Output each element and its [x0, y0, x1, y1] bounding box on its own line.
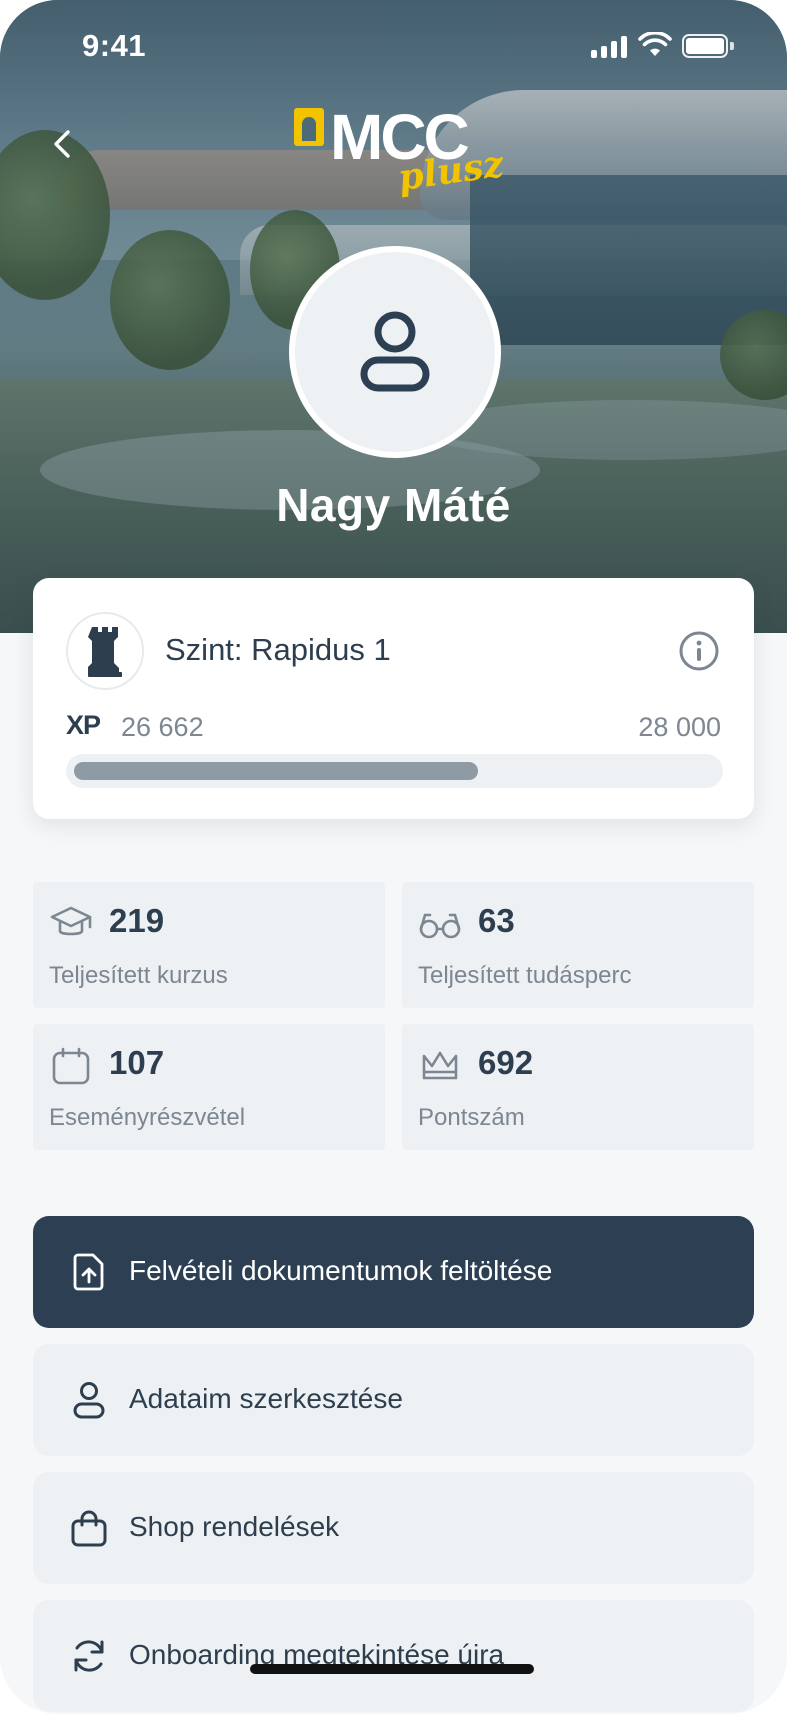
stat-events: 107 Eseményrészvétel	[33, 1024, 385, 1150]
stat-value: 63	[478, 902, 515, 939]
avatar[interactable]	[289, 246, 501, 458]
stat-points: 692 Pontszám	[402, 1024, 754, 1150]
edit-profile-button[interactable]: Adataim szerkesztése	[33, 1344, 754, 1456]
crown-icon	[422, 1051, 458, 1080]
stat-label: Teljesített kurzus	[49, 962, 228, 989]
stat-label: Eseményrészvétel	[49, 1104, 246, 1131]
stat-knowledge-minutes: 63 Teljesített tudásperc	[402, 882, 754, 1008]
refresh-icon	[74, 1640, 104, 1672]
user-icon	[73, 1382, 105, 1419]
stat-label: Teljesített tudásperc	[418, 962, 632, 989]
wifi-icon	[638, 32, 672, 56]
stat-value: 219	[109, 902, 165, 939]
logo-mark-icon	[294, 108, 324, 146]
profile-screen: 9:41 MCC plusz Nagy Máté Szint: Rapidus …	[0, 0, 787, 1714]
chevron-left-icon	[54, 130, 70, 158]
graduation-cap-icon	[50, 906, 92, 936]
action-label: Shop rendelések	[129, 1511, 340, 1542]
action-label: Adataim szerkesztése	[129, 1383, 403, 1414]
level-title: Szint: Rapidus 1	[165, 632, 391, 667]
xp-current: 26 662	[121, 712, 204, 742]
xp-label: XP	[66, 710, 101, 740]
stat-value: 107	[109, 1044, 165, 1081]
calendar-icon	[52, 1047, 90, 1085]
shop-orders-button[interactable]: Shop rendelések	[33, 1472, 754, 1584]
stat-label: Pontszám	[418, 1104, 525, 1131]
level-badge	[66, 612, 144, 690]
upload-documents-button[interactable]: Felvételi dokumentumok feltöltése	[33, 1216, 754, 1328]
stat-value: 692	[478, 1044, 534, 1081]
info-icon[interactable]	[678, 630, 720, 672]
mcc-plusz-logo: MCC plusz	[292, 101, 506, 202]
level-card: Szint: Rapidus 1 XP 26 662 28 000	[33, 578, 754, 819]
status-time: 9:41	[82, 28, 147, 63]
onboarding-replay-button[interactable]: Onboarding megtekintése újra	[33, 1600, 754, 1712]
action-label: Felvételi dokumentumok feltöltése	[129, 1255, 553, 1286]
glasses-icon	[419, 913, 461, 939]
home-indicator	[250, 1664, 534, 1674]
xp-progress-fill	[74, 762, 478, 780]
battery-icon	[682, 34, 734, 58]
shopping-bag-icon	[71, 1510, 107, 1547]
file-upload-icon	[73, 1253, 104, 1291]
chess-rook-icon	[88, 627, 122, 677]
user-avatar-icon	[360, 311, 430, 392]
stat-courses: 219 Teljesített kurzus	[33, 882, 385, 1008]
profile-name: Nagy Máté	[276, 479, 511, 531]
status-bar: 9:41	[0, 0, 787, 90]
xp-max: 28 000	[638, 712, 721, 742]
xp-progress-track	[66, 754, 723, 788]
cellular-signal-icon	[591, 36, 629, 58]
back-button[interactable]	[42, 122, 82, 166]
